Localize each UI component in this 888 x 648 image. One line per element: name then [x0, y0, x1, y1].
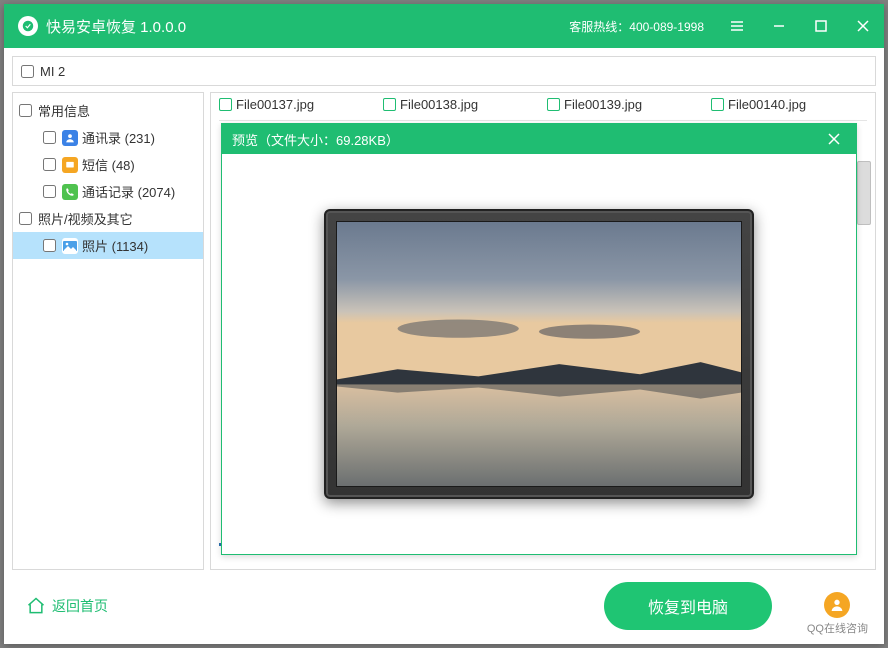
device-bar: MI 2 — [12, 56, 876, 86]
photo-frame — [324, 209, 754, 499]
close-button[interactable] — [842, 4, 884, 48]
sms-icon — [62, 157, 78, 173]
file-cell-4[interactable]: File00140.jpg — [711, 97, 867, 112]
contacts-icon — [62, 130, 78, 146]
qq-icon — [824, 592, 850, 618]
file-name-1: File00137.jpg — [236, 97, 314, 112]
maximize-button[interactable] — [800, 4, 842, 48]
sms-label: 短信 (48) — [82, 155, 135, 174]
device-checkbox[interactable] — [21, 65, 34, 78]
preview-close-button[interactable] — [822, 127, 846, 151]
file-name-3: File00139.jpg — [564, 97, 642, 112]
tree-group-common[interactable]: 常用信息 — [13, 97, 203, 124]
group-common-label: 常用信息 — [38, 101, 90, 120]
app-title: 快易安卓恢复 1.0.0.0 — [46, 16, 186, 37]
calls-checkbox[interactable] — [43, 185, 56, 198]
group-common-checkbox[interactable] — [19, 104, 32, 117]
device-name: MI 2 — [40, 64, 65, 79]
group-media-checkbox[interactable] — [19, 212, 32, 225]
contacts-label: 通讯录 (231) — [82, 128, 155, 147]
preview-modal: 预览（文件大小：69.28KB） — [221, 123, 857, 555]
tree-item-calls[interactable]: 通话记录 (2074) — [13, 178, 203, 205]
photos-checkbox[interactable] — [43, 239, 56, 252]
back-home-label: 返回首页 — [52, 596, 108, 616]
sidebar: 常用信息 通讯录 (231) 短信 (48) — [12, 92, 204, 570]
menu-button[interactable] — [716, 4, 758, 48]
file-checkbox-2[interactable] — [383, 98, 396, 111]
calls-label: 通话记录 (2074) — [82, 182, 175, 201]
back-home-button[interactable]: 返回首页 — [26, 596, 108, 616]
photos-label: 照片 (1134) — [82, 236, 148, 255]
preview-title: 预览（文件大小：69.28KB） — [232, 130, 399, 149]
file-checkbox-1[interactable] — [219, 98, 232, 111]
file-cell-2[interactable]: File00138.jpg — [383, 97, 539, 112]
file-cell-3[interactable]: File00139.jpg — [547, 97, 703, 112]
contacts-checkbox[interactable] — [43, 131, 56, 144]
qq-support-button[interactable]: QQ在线咨询 — [807, 592, 868, 636]
file-header-row: File00137.jpg File00138.jpg File00139.jp… — [211, 93, 875, 116]
file-cell-1[interactable]: File00137.jpg — [219, 97, 375, 112]
content-pane: File00137.jpg File00138.jpg File00139.jp… — [210, 92, 876, 570]
preview-header: 预览（文件大小：69.28KB） — [222, 124, 856, 154]
file-name-4: File00140.jpg — [728, 97, 806, 112]
sms-checkbox[interactable] — [43, 158, 56, 171]
tree-item-photos[interactable]: 照片 (1134) — [13, 232, 203, 259]
tree-group-media[interactable]: 照片/视频及其它 — [13, 205, 203, 232]
recover-button[interactable]: 恢复到电脑 — [604, 582, 772, 630]
minimize-button[interactable] — [758, 4, 800, 48]
home-icon — [26, 596, 46, 616]
hotline-text: 客服热线：400-089-1998 — [569, 18, 704, 35]
titlebar: 快易安卓恢复 1.0.0.0 客服热线：400-089-1998 — [4, 4, 884, 48]
scrollbar-thumb[interactable] — [857, 161, 871, 225]
file-name-2: File00138.jpg — [400, 97, 478, 112]
calls-icon — [62, 184, 78, 200]
tree-item-sms[interactable]: 短信 (48) — [13, 151, 203, 178]
qq-label: QQ在线咨询 — [807, 620, 868, 636]
preview-body — [222, 154, 856, 554]
tree-item-contacts[interactable]: 通讯录 (231) — [13, 124, 203, 151]
file-checkbox-3[interactable] — [547, 98, 560, 111]
photos-icon — [62, 238, 78, 254]
group-media-label: 照片/视频及其它 — [38, 209, 133, 228]
footer: 返回首页 恢复到电脑 QQ在线咨询 — [12, 576, 876, 636]
app-logo-icon — [18, 16, 38, 36]
preview-image — [337, 222, 741, 486]
file-checkbox-4[interactable] — [711, 98, 724, 111]
